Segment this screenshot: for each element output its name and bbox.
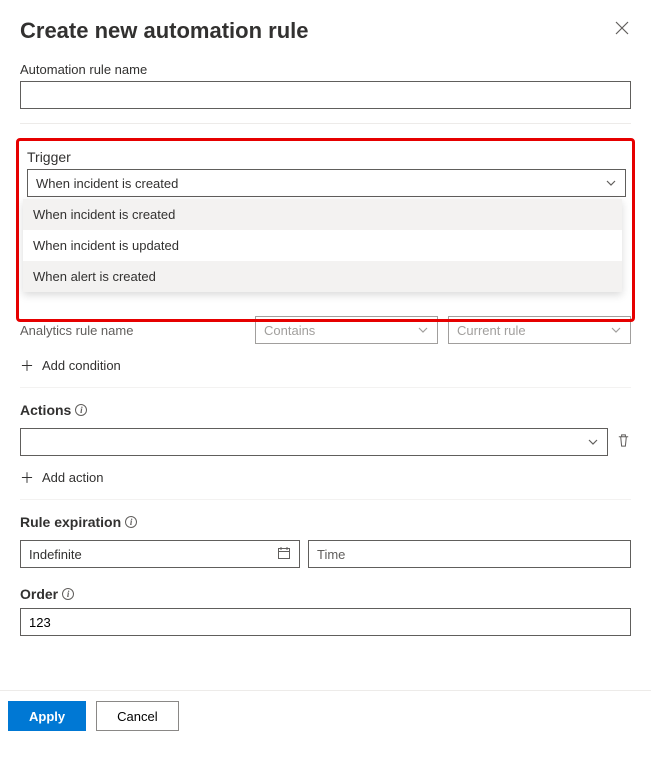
expiration-time-input[interactable]: Time [308,540,631,568]
rule-expiration-label: Rule expiration i [20,514,631,530]
expiration-date-value: Indefinite [29,547,82,562]
order-label: Order i [20,586,631,602]
plus-icon: ＋ [20,359,34,373]
add-action-button[interactable]: ＋ Add action [20,470,631,485]
cancel-button[interactable]: Cancel [96,701,178,731]
calendar-icon [277,546,291,563]
trigger-label: Trigger [23,149,622,165]
delete-action-icon[interactable] [616,433,631,451]
trigger-option[interactable]: When alert is created [23,261,622,292]
action-select[interactable] [20,428,608,456]
actions-label: Actions i [20,402,631,418]
trigger-dropdown: When incident is created When incident i… [23,199,622,292]
trigger-option[interactable]: When incident is created [23,199,622,230]
expiration-date-input[interactable]: Indefinite [20,540,300,568]
add-condition-button[interactable]: ＋ Add condition [20,358,631,373]
expiration-time-placeholder: Time [317,547,345,562]
add-action-label: Add action [42,470,103,485]
automation-rule-name-input[interactable] [20,81,631,109]
trigger-section: Trigger When incident is created When in… [16,138,635,322]
order-input[interactable] [20,608,631,636]
plus-icon: ＋ [20,471,34,485]
close-icon[interactable] [613,18,631,40]
analytics-rule-name-label: Analytics rule name [20,323,245,338]
add-condition-label: Add condition [42,358,121,373]
page-title: Create new automation rule [20,18,309,44]
trigger-option[interactable]: When incident is updated [23,230,622,261]
info-icon[interactable]: i [75,404,87,416]
chevron-down-icon [587,436,599,448]
info-icon[interactable]: i [125,516,137,528]
info-icon[interactable]: i [62,588,74,600]
apply-button[interactable]: Apply [8,701,86,731]
chevron-down-icon [417,324,429,336]
trigger-selected-value: When incident is created [36,176,178,191]
chevron-down-icon [610,324,622,336]
condition-value-selected: Current rule [457,323,526,338]
operator-selected: Contains [264,323,315,338]
automation-rule-name-label: Automation rule name [20,62,631,77]
chevron-down-icon [605,177,617,189]
trigger-select[interactable]: When incident is created [27,169,626,197]
